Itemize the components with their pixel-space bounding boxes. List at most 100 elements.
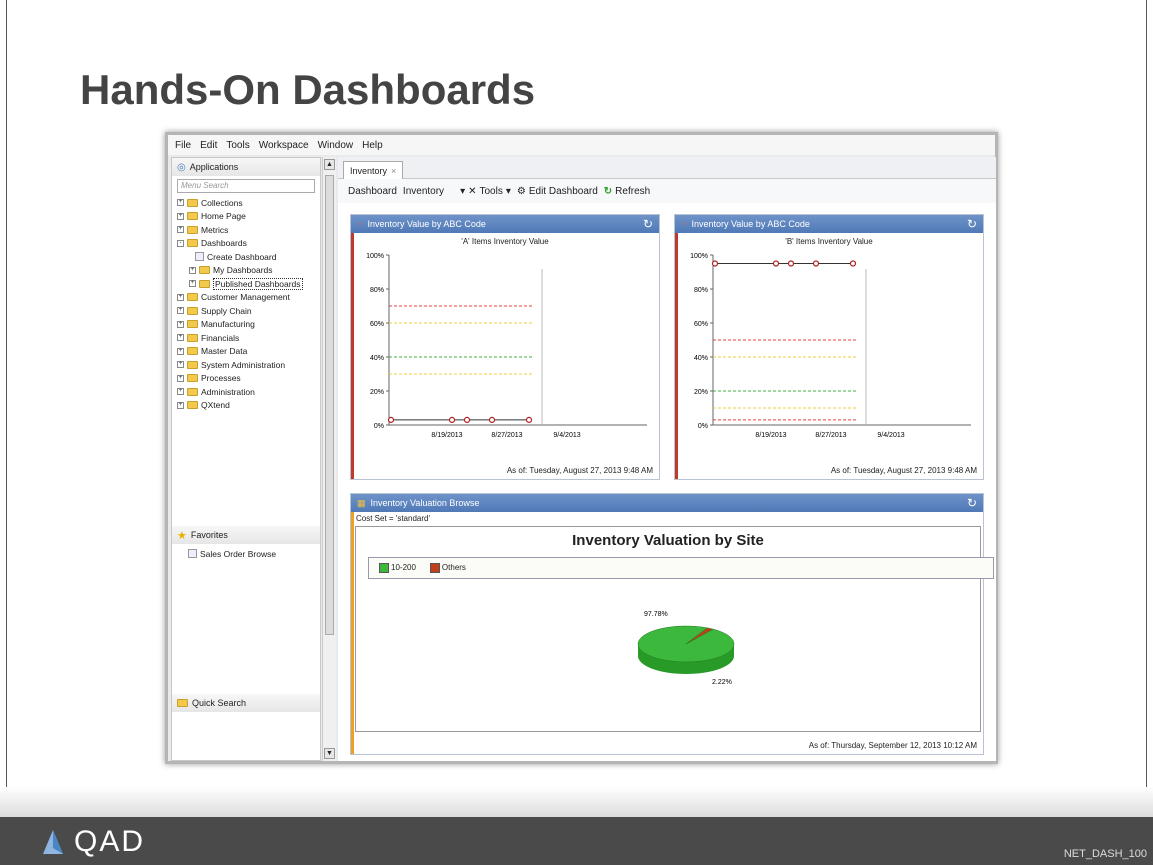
tree-item-label: QXtend xyxy=(201,400,230,411)
y-tick-label: 100% xyxy=(690,253,708,260)
menu-help[interactable]: Help xyxy=(362,140,383,151)
tools-button[interactable]: ▾ ✕ Tools ▾ xyxy=(460,186,511,197)
tools-label: Tools xyxy=(479,185,503,197)
qad-logo-mark xyxy=(43,830,63,854)
legend-swatch-green xyxy=(379,563,389,573)
tree-item-label: My Dashboards xyxy=(213,265,273,276)
tree-item[interactable]: + Metrics xyxy=(177,223,320,237)
panel-b: ◔ Inventory Value by ABC Code ↻ 'B' Item… xyxy=(674,214,984,480)
y-tick-label: 80% xyxy=(370,287,384,294)
menu-search-input[interactable]: Menu Search xyxy=(177,179,315,193)
tree-item[interactable]: + Manufacturing xyxy=(177,318,320,332)
tree-item[interactable]: + Administration xyxy=(177,385,320,399)
panel-refresh-icon[interactable]: ↻ xyxy=(643,217,653,231)
tree-item[interactable]: Create Dashboard xyxy=(177,250,320,264)
favorites-header[interactable]: ★ Favorites xyxy=(172,526,320,544)
menu-tools[interactable]: Tools xyxy=(226,140,249,151)
panel-a-icon: ◔ xyxy=(357,219,363,229)
quick-search-section: Quick Search xyxy=(172,694,320,712)
y-tick-label: 0% xyxy=(374,423,384,430)
close-icon[interactable]: × xyxy=(391,166,396,176)
favorite-item-label: Sales Order Browse xyxy=(200,548,277,559)
expand-icon[interactable]: + xyxy=(189,266,196,274)
expand-icon[interactable]: + xyxy=(177,388,184,396)
pane-scrollbar[interactable]: ▲ ▼ xyxy=(322,157,336,761)
edit-dashboard-button[interactable]: ⚙ Edit Dashboard xyxy=(517,186,598,197)
panel-refresh-icon[interactable]: ↻ xyxy=(967,217,977,231)
expand-icon[interactable]: + xyxy=(177,401,184,409)
tree-item[interactable]: + System Administration xyxy=(177,358,320,372)
panel-a: ◔ Inventory Value by ABC Code ↻ 'A' Item… xyxy=(350,214,660,480)
x-tick-label: 9/4/2013 xyxy=(877,432,904,439)
menu-file[interactable]: File xyxy=(175,140,191,151)
expand-icon[interactable]: + xyxy=(177,320,184,328)
data-point xyxy=(812,260,820,267)
x-tick-label: 8/19/2013 xyxy=(755,432,786,439)
expand-icon[interactable]: + xyxy=(177,226,184,234)
menu-window[interactable]: Window xyxy=(318,140,354,151)
folder-icon xyxy=(187,333,198,342)
scroll-up-button[interactable]: ▲ xyxy=(324,159,335,170)
panel-a-title: Inventory Value by ABC Code xyxy=(367,219,486,229)
panel-b-accent xyxy=(675,233,678,479)
favorite-item[interactable]: Sales Order Browse xyxy=(172,547,320,561)
data-point xyxy=(849,260,857,267)
footer-band xyxy=(0,787,1153,817)
tree-item[interactable]: + Home Page xyxy=(177,210,320,224)
tree-item-label: Collections xyxy=(201,197,243,208)
tab-inventory[interactable]: Inventory × xyxy=(343,161,404,179)
refresh-icon: ↻ xyxy=(603,185,613,197)
expand-icon[interactable]: + xyxy=(177,347,184,355)
tree-item[interactable]: + Collections xyxy=(177,196,320,210)
x-tick-label: 8/27/2013 xyxy=(815,432,846,439)
menu-edit[interactable]: Edit xyxy=(200,140,217,151)
tree-item[interactable]: + Supply Chain xyxy=(177,304,320,318)
collapse-icon[interactable]: - xyxy=(177,239,184,247)
quick-search-label: Quick Search xyxy=(192,698,247,708)
folder-icon xyxy=(187,306,198,315)
tree-item[interactable]: + Financials xyxy=(177,331,320,345)
quick-search-header[interactable]: Quick Search xyxy=(172,694,320,712)
refresh-button[interactable]: ↻ Refresh xyxy=(604,186,650,197)
tree-item[interactable]: + Processes xyxy=(177,372,320,386)
tree-item-label: Create Dashboard xyxy=(207,251,277,262)
expand-icon[interactable]: + xyxy=(177,307,184,315)
expand-icon[interactable]: + xyxy=(177,374,184,382)
expand-icon[interactable]: + xyxy=(177,334,184,342)
applications-icon: ◎ xyxy=(177,161,186,173)
applications-header[interactable]: ◎ Applications xyxy=(172,158,320,176)
y-tick-label: 100% xyxy=(366,253,384,260)
edit-dashboard-label: Edit Dashboard xyxy=(528,185,598,197)
panel-refresh-icon[interactable]: ↻ xyxy=(967,496,977,510)
refresh-label: Refresh xyxy=(615,185,651,197)
data-point xyxy=(488,416,496,423)
expand-icon[interactable]: + xyxy=(177,361,184,369)
menu-workspace[interactable]: Workspace xyxy=(259,140,309,151)
y-tick-label: 20% xyxy=(370,389,384,396)
slide-code: NET_DASH_100 xyxy=(1063,848,1147,860)
folder-icon xyxy=(199,279,210,288)
expand-icon[interactable]: + xyxy=(177,212,184,220)
star-icon: ★ xyxy=(177,529,187,542)
data-point xyxy=(448,416,456,423)
y-tick-label: 60% xyxy=(694,321,708,328)
scroll-down-button[interactable]: ▼ xyxy=(324,748,335,759)
tools-icon: ✕ xyxy=(468,185,477,197)
expand-icon[interactable]: + xyxy=(177,199,184,207)
x-tick-label: 9/4/2013 xyxy=(553,432,580,439)
tree-item[interactable]: + My Dashboards xyxy=(177,264,320,278)
panel-c-accent xyxy=(351,512,354,754)
tree-item[interactable]: + Published Dashboards xyxy=(177,277,320,291)
tree-item[interactable]: + Customer Management xyxy=(177,291,320,305)
expand-icon[interactable]: + xyxy=(189,280,196,288)
tree-item[interactable]: + Master Data xyxy=(177,345,320,359)
slide-title: Hands-On Dashboards xyxy=(80,66,536,113)
pie-legend: 10-200 Others xyxy=(368,557,994,579)
chart-a: 0% 20% 40% 60% 80% 100% 8/19/2013 8/27/2013 9/4/… xyxy=(366,253,647,439)
tree-item[interactable]: - Dashboards xyxy=(177,237,320,251)
tree-item[interactable]: + QXtend xyxy=(177,399,320,413)
expand-icon[interactable]: + xyxy=(177,293,184,301)
shortcut-icon xyxy=(188,549,197,559)
scroll-thumb[interactable] xyxy=(325,175,334,635)
tree-item-label: Processes xyxy=(201,373,241,384)
